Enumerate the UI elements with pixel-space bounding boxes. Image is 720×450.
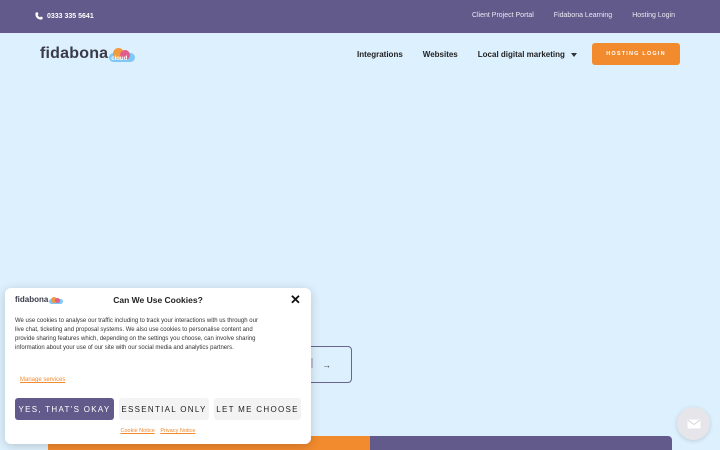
site-logo[interactable]: fidabona cloud: [40, 45, 136, 63]
main-navigation: fidabona cloud Integrations Websites Loc…: [0, 33, 720, 77]
let-me-choose-button[interactable]: LET ME CHOOSE: [214, 398, 301, 420]
caret-down-icon: [570, 52, 577, 57]
manage-services-link[interactable]: Manage services: [20, 377, 65, 383]
essential-only-button[interactable]: ESSENTIAL ONLY: [119, 398, 209, 420]
accept-cookies-button[interactable]: YES, THAT'S OKAY: [15, 398, 114, 420]
cookie-dialog-title: Can We Use Cookies?: [113, 295, 203, 305]
client-project-portal-link[interactable]: Client Project Portal: [472, 12, 534, 19]
nav-item-integrations[interactable]: Integrations: [357, 50, 403, 59]
phone-link[interactable]: 0333 335 5641: [35, 12, 94, 20]
text-cursor: [311, 358, 313, 368]
hosting-login-button[interactable]: HOSTING LOGIN: [592, 43, 680, 65]
cloud-logo-icon: cloud: [109, 48, 136, 62]
phone-icon: [35, 12, 43, 20]
cookie-notice-link[interactable]: Cookie Notice: [121, 428, 155, 434]
envelope-icon: [687, 419, 700, 428]
cookie-dialog-body: We use cookies to analyse our traffic in…: [15, 318, 258, 351]
chat-launcher-button[interactable]: [677, 407, 710, 440]
cookie-consent-dialog: fidabona Can We Use Cookies? ✕ We use co…: [5, 288, 311, 444]
nav-item-websites[interactable]: Websites: [423, 50, 458, 59]
arrow-right-icon: →: [322, 360, 331, 370]
bottom-card-purple: [370, 436, 672, 450]
nav-item-local-digital-marketing[interactable]: Local digital marketing: [478, 50, 577, 59]
fidabona-learning-link[interactable]: Fidabona Learning: [554, 12, 612, 19]
close-icon[interactable]: ✕: [290, 293, 301, 306]
top-bar: 0333 335 5641 Client Project Portal Fida…: [0, 0, 720, 33]
privacy-notice-link[interactable]: Privacy Notice: [160, 428, 195, 434]
phone-number: 0333 335 5641: [47, 12, 94, 20]
hosting-login-link[interactable]: Hosting Login: [632, 12, 675, 19]
logo-badge-text: cloud: [111, 56, 128, 62]
logo-wordmark: fidabona: [40, 45, 109, 62]
